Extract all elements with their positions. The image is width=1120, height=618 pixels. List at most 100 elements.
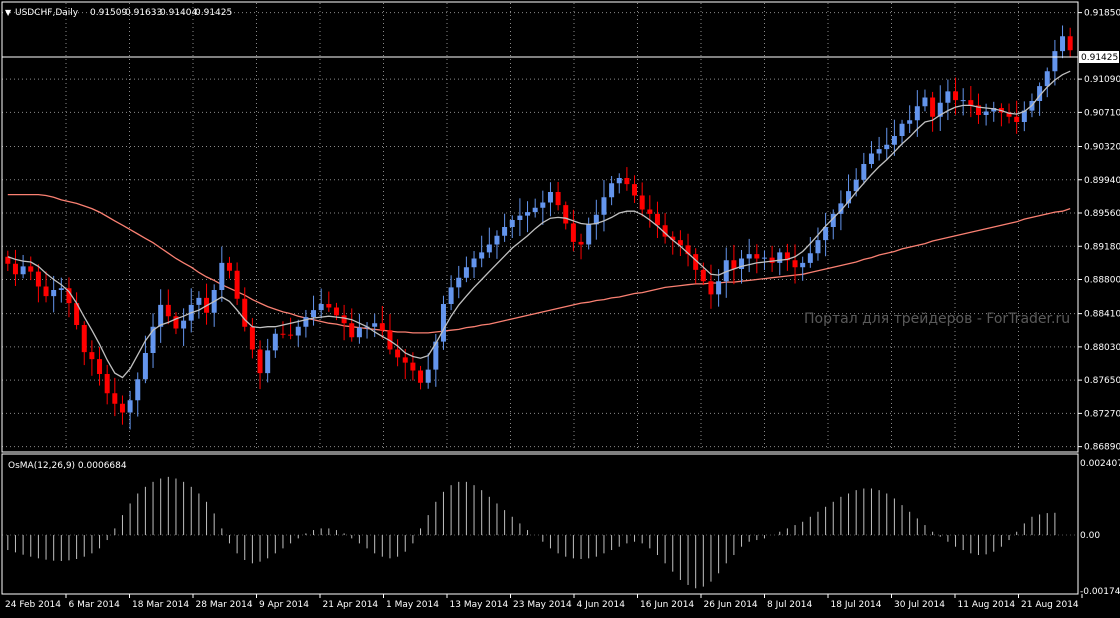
candle-body-bull <box>494 235 500 245</box>
candle-body-bull <box>318 304 324 311</box>
candle-body-bull <box>303 317 309 327</box>
candle-body-bull <box>861 164 867 180</box>
candle-body-bear <box>968 100 974 106</box>
time-tick-label: 28 Mar 2014 <box>196 600 253 610</box>
candle-body-bull <box>983 111 989 115</box>
candle-body-bull <box>20 266 26 275</box>
price-tick-label: 0.86890 <box>1084 443 1120 453</box>
candle-body-bull <box>891 136 897 145</box>
candle-body-bear <box>708 281 714 295</box>
candle-body-bull <box>440 304 446 342</box>
candle-body-bull <box>265 350 271 374</box>
candle-body-bull <box>601 197 607 215</box>
candle-body-bear <box>12 263 18 275</box>
candle-body-bull <box>876 149 882 154</box>
time-tick-label: 21 Apr 2014 <box>323 600 379 610</box>
candle-body-bull <box>746 254 752 259</box>
candle-body-bear <box>410 362 416 371</box>
price-tick-label: 0.87270 <box>1084 409 1120 419</box>
candle-body-bear <box>43 286 49 297</box>
candle-body-bear <box>731 260 737 269</box>
candle-body-bull <box>471 258 477 268</box>
osma-label: OsMA(12,26,9) 0.0006684 <box>8 461 127 471</box>
ohlc-open: 0.91509 <box>90 8 127 18</box>
candle-body-bull <box>219 262 225 290</box>
candle-body-bull <box>1052 51 1058 72</box>
candle-body-bear <box>104 374 110 394</box>
candle-body-bull <box>800 262 806 268</box>
candle-body-bull <box>922 97 928 107</box>
candle-body-bear <box>700 269 706 282</box>
candle-body-bull <box>525 212 531 216</box>
candle-body-bear <box>288 334 294 336</box>
price-tick-label: 0.89940 <box>1084 176 1120 186</box>
osma-tick-label: 0.002407 <box>1080 459 1120 469</box>
candle-body-bull <box>914 106 920 121</box>
time-tick-label: 24 Feb 2014 <box>5 600 61 610</box>
time-tick-label: 9 Apr 2014 <box>259 600 309 610</box>
price-tick-label: 0.89560 <box>1084 209 1120 219</box>
candle-body-bull <box>1060 36 1066 52</box>
candle-body-bear <box>280 333 286 335</box>
candle-body-bull <box>868 153 874 164</box>
price-tick-label: 0.88030 <box>1084 343 1120 353</box>
candle-body-bear <box>754 254 760 259</box>
candle-body-bull <box>517 215 523 220</box>
time-tick-label: 11 Aug 2014 <box>958 600 1016 610</box>
candle-body-bull <box>761 257 767 259</box>
candle-body-bull <box>127 400 133 413</box>
candle-body-bear <box>333 307 339 316</box>
candle-body-bear <box>81 325 87 353</box>
time-tick-label: 23 May 2014 <box>513 600 572 610</box>
candle-body-bear <box>226 262 232 271</box>
candle-body-bull <box>502 227 508 236</box>
price-tick-label: 0.88800 <box>1084 276 1120 286</box>
candle-body-bear <box>165 304 171 317</box>
candle-body-bull <box>547 192 553 203</box>
candle-body-bear <box>418 370 424 383</box>
osma-tick-label: 0.00 <box>1080 531 1100 541</box>
candle-body-bull <box>907 120 913 124</box>
candle-body-bull <box>960 100 966 102</box>
candle-body-bull <box>181 320 187 329</box>
time-tick-label: 6 Mar 2014 <box>69 600 121 610</box>
candle-body-bull <box>884 144 890 150</box>
candle-body-bull <box>425 369 431 383</box>
candle-body-bull <box>609 183 615 198</box>
candle-body-bull <box>1044 71 1050 87</box>
candle-body-bear <box>234 270 240 299</box>
candle-body-bear <box>1067 36 1073 51</box>
price-tick-label: 0.91090 <box>1084 75 1120 85</box>
candle-body-bull <box>142 353 148 380</box>
candle-body-bull <box>463 267 469 278</box>
chart-canvas[interactable]: Портал для трейдеров - ForTrader.ru ▼ US… <box>0 0 1120 614</box>
ohlc-high: 0.91633 <box>125 8 162 18</box>
candle-body-bear <box>35 271 41 287</box>
candle-body-bull <box>448 287 454 304</box>
candle-body-bull <box>311 310 317 318</box>
time-tick-label: 13 May 2014 <box>450 600 509 610</box>
ohlc-low: 0.91404 <box>160 8 197 18</box>
candle-body-bull <box>158 304 164 327</box>
candle-body-bull <box>58 288 64 290</box>
ohlc-close: 0.91425 <box>195 8 232 18</box>
candle-body-bull <box>295 326 301 336</box>
osma-tick-label: -0.001742 <box>1080 587 1120 597</box>
price-tick-label: 0.88410 <box>1084 310 1120 320</box>
candle-body-bull <box>807 253 813 263</box>
candle-body-bear <box>555 192 561 206</box>
candle-body-bull <box>372 323 378 327</box>
candle-body-bull <box>356 327 362 338</box>
candle-body-bear <box>578 241 584 245</box>
candle-body-bear <box>257 349 263 374</box>
time-tick-label: 21 Aug 2014 <box>1021 600 1079 610</box>
candle-body-bear <box>28 266 34 272</box>
time-tick-label: 30 Jul 2014 <box>894 600 945 610</box>
candle-body-bear <box>563 205 569 224</box>
candle-body-bear <box>632 184 638 196</box>
symbol-label: USDCHF,Daily <box>15 8 79 18</box>
collapse-arrow-icon[interactable]: ▼ <box>5 8 12 17</box>
candle-body-bear <box>379 323 385 331</box>
metatrader-chart-window[interactable]: Портал для трейдеров - ForTrader.ru ▼ US… <box>0 0 1120 614</box>
candle-body-bear <box>570 223 576 242</box>
